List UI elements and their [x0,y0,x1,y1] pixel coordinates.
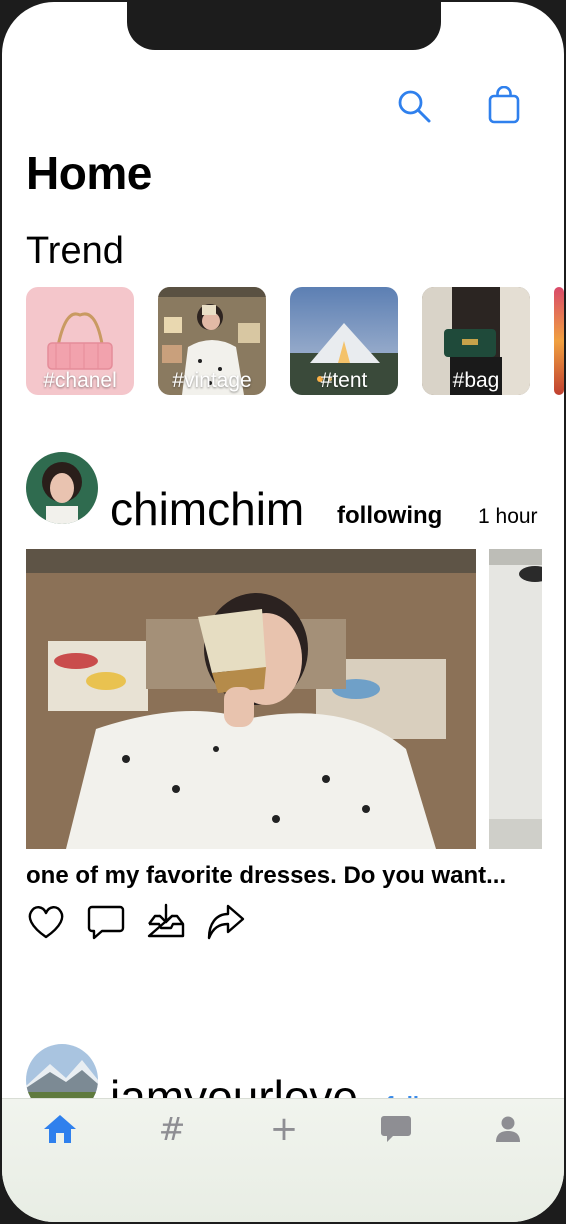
trend-section-title: Trend [26,230,124,272]
post-time: 1 hour [478,505,538,528]
tab-profile[interactable] [488,1109,528,1149]
post-photo[interactable] [26,549,476,849]
trend-image-partial [554,287,564,395]
hashtag-icon: # [158,1110,186,1148]
plus-icon: + [269,1109,299,1149]
phone-screen: Home Trend #chanel #vintage #tent #bag c… [2,2,564,1222]
trend-label: #vintage [172,369,252,392]
chat-icon [381,1116,411,1142]
trend-carousel[interactable]: #chanel #vintage #tent #bag [26,287,564,397]
search-icon [398,90,431,123]
comment-icon [87,905,125,940]
tab-home[interactable] [40,1109,80,1149]
save-icon [147,903,185,938]
home-icon [44,1115,76,1143]
heart-icon [28,906,64,939]
trend-label: #bag [452,369,500,392]
trend-card-vintage[interactable]: #vintage [158,287,266,395]
post-caption: one of my favorite dresses. Do you want.… [26,862,507,889]
share-button[interactable] [206,902,246,942]
comment-button[interactable] [86,902,126,942]
tab-create[interactable]: + [264,1109,304,1149]
post-photo-next[interactable] [489,549,542,849]
follow-status[interactable]: following [337,502,442,530]
profile-icon [496,1116,520,1142]
trend-card-partial[interactable] [554,287,564,395]
post-photo-next-image [489,549,542,849]
search-button[interactable] [394,86,434,126]
device-notch [127,2,441,50]
save-button[interactable] [146,902,186,942]
trend-card-bag[interactable]: #bag [422,287,530,395]
shopping-bag-icon [488,85,520,124]
post-photo-image [26,549,476,849]
trend-card-chanel[interactable]: #chanel [26,287,134,395]
trend-card-tent[interactable]: #tent [290,287,398,395]
avatar[interactable] [26,452,98,524]
post-username[interactable]: chimchim [110,482,304,536]
tab-chat[interactable] [376,1109,416,1149]
trend-label: #chanel [43,369,117,392]
tab-bar: # + [2,1098,564,1222]
shopping-bag-button[interactable] [484,85,524,126]
like-button[interactable] [26,902,66,942]
page-title: Home [26,147,152,199]
avatar-image [26,452,98,524]
trend-label: #tent [320,369,368,392]
share-icon [207,904,245,940]
tab-hashtag[interactable]: # [152,1109,192,1149]
